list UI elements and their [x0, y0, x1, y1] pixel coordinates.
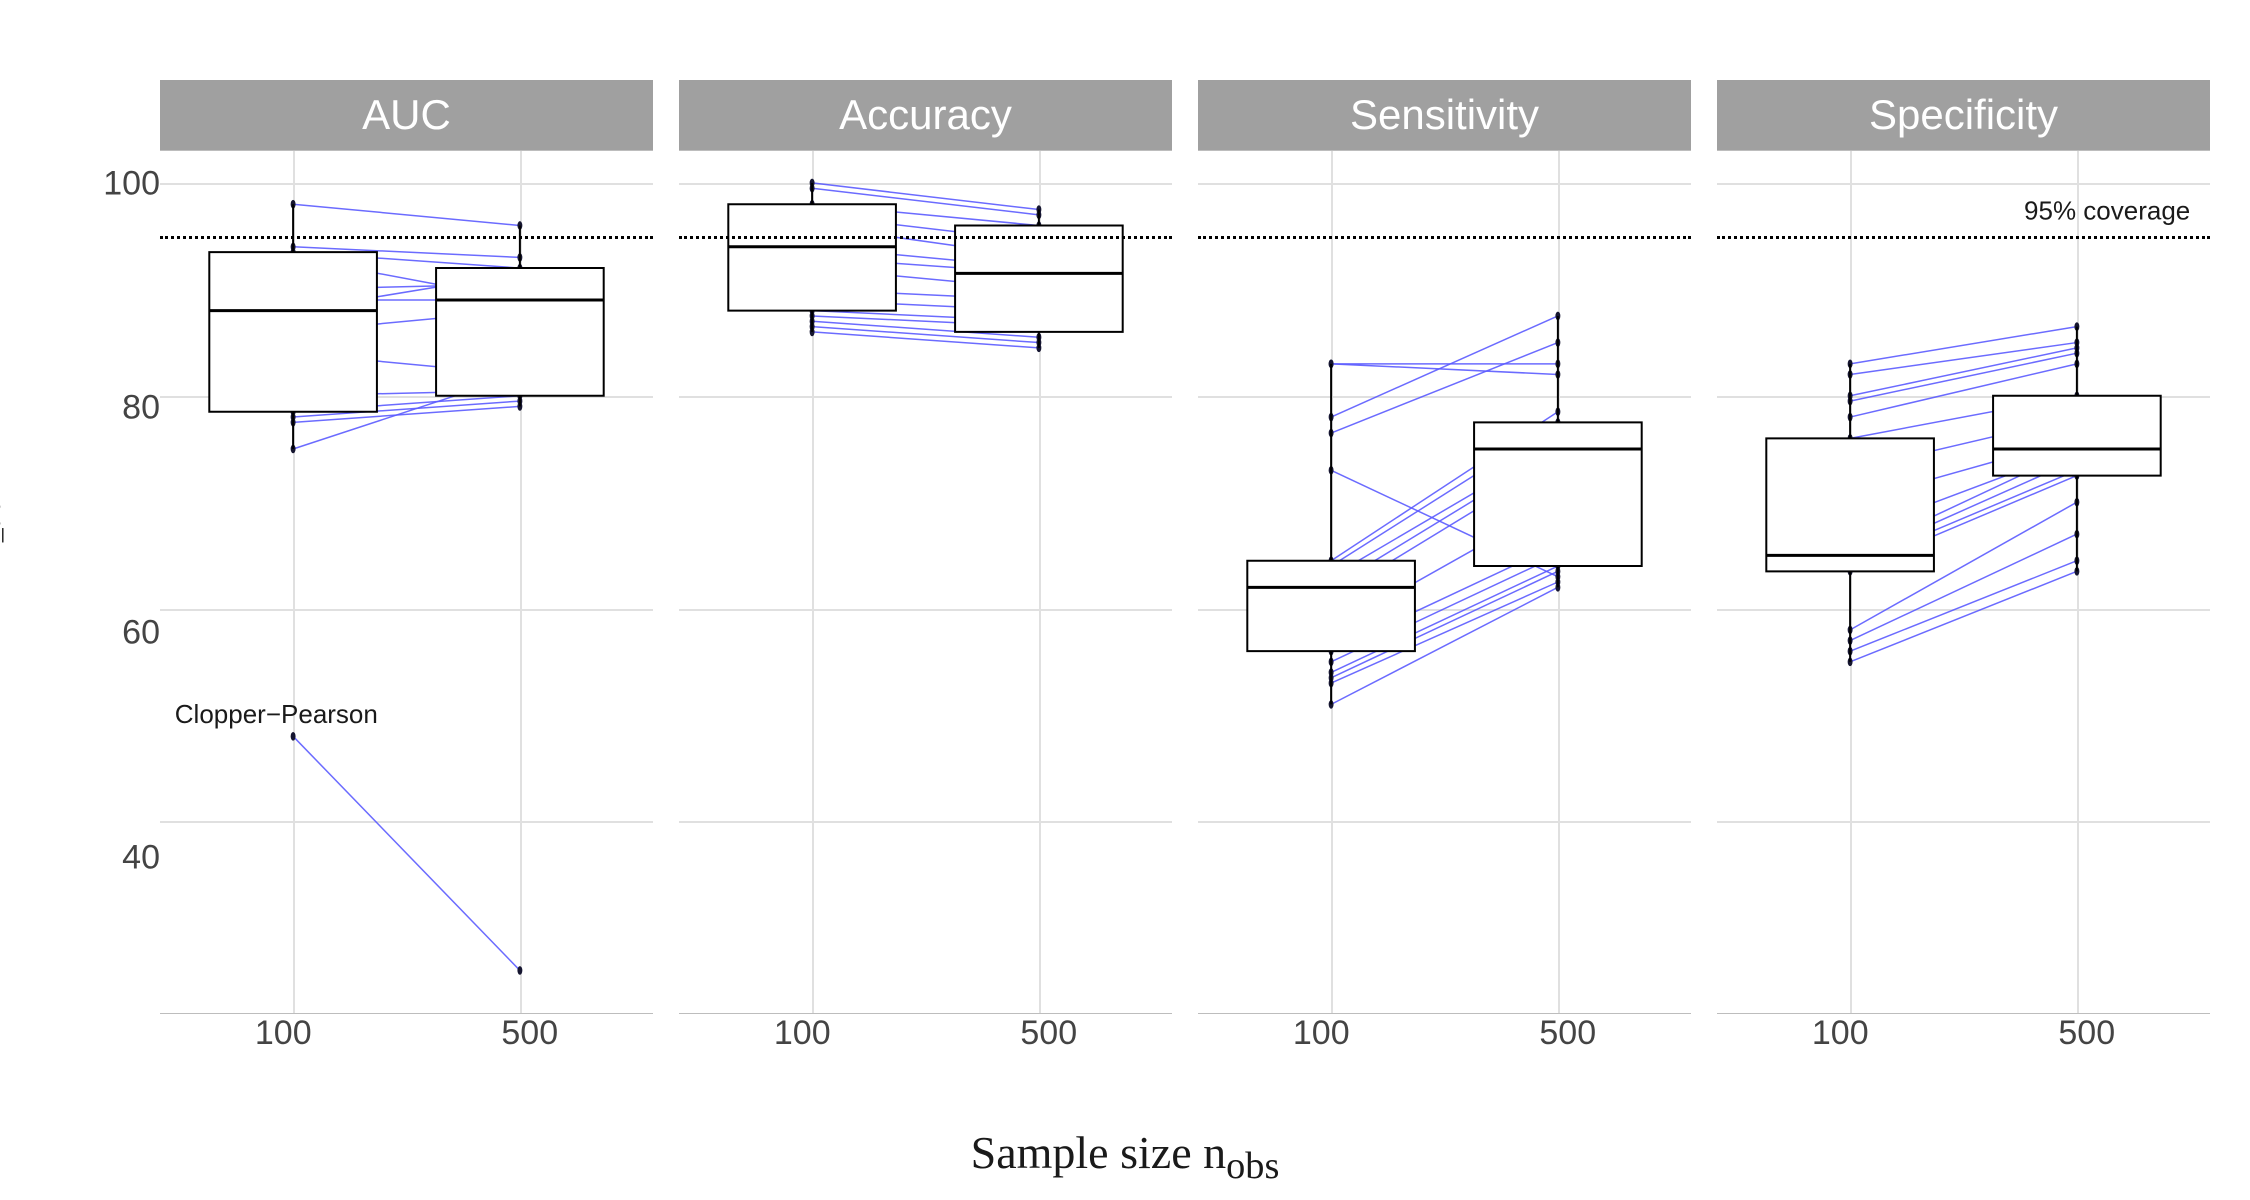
- plot-area: 95% coverage: [1717, 150, 2210, 1014]
- y-tick-label: 80: [122, 389, 160, 428]
- reference-line: [1198, 236, 1691, 239]
- y-axis-label: Coverage ψ̃n_train %: [0, 427, 8, 773]
- plot-svg: [1198, 151, 1691, 1013]
- facet-strip: Sensitivity: [1198, 80, 1691, 150]
- outlier-annotation: Clopper−Pearson: [175, 699, 378, 730]
- x-tick-label: 500: [1988, 1014, 2185, 1053]
- y-tick-label: 40: [122, 838, 160, 877]
- facet-strip: Accuracy: [679, 80, 1172, 150]
- y-axis: 40 60 80 100: [100, 150, 160, 1060]
- x-tick-row: 100 500: [1717, 1014, 2210, 1060]
- reference-line: [160, 236, 653, 239]
- facet-panel: Specificity 95% coverage 100 500: [1717, 80, 2210, 1060]
- y-tick-label: 100: [103, 164, 160, 203]
- reference-line: [679, 236, 1172, 239]
- x-tick-row: 100 500: [679, 1014, 1172, 1060]
- facet-panel: Accuracy 100 500: [679, 80, 1172, 1060]
- x-tick-label: 500: [950, 1014, 1147, 1053]
- facet-panel: AUC Clopper−Pearson 100 500: [160, 80, 653, 1060]
- facet-panel: Sensitivity 100 500: [1198, 80, 1691, 1060]
- y-tick-label: 60: [122, 614, 160, 653]
- plot-svg: [160, 151, 653, 1013]
- x-tick-label: 100: [185, 1014, 382, 1053]
- x-tick-label: 500: [1469, 1014, 1666, 1053]
- plot-area: [679, 150, 1172, 1014]
- x-tick-row: 100 500: [160, 1014, 653, 1060]
- reference-annotation: 95% coverage: [2024, 196, 2190, 227]
- x-tick-label: 100: [1742, 1014, 1939, 1053]
- figure: Coverage ψ̃n_train % 40 60 80 100 AUC Cloppe…: [0, 0, 2250, 1200]
- facet-strip: AUC: [160, 80, 653, 150]
- x-tick-label: 100: [704, 1014, 901, 1053]
- plot-svg: [1717, 151, 2210, 1013]
- x-tick-label: 100: [1223, 1014, 1420, 1053]
- x-axis-label: Sample size nobs: [0, 1126, 2250, 1188]
- facet-strip: Specificity: [1717, 80, 2210, 150]
- x-tick-label: 500: [431, 1014, 628, 1053]
- reference-line: [1717, 236, 2210, 239]
- facet-row: AUCClopper−Pearson100500Accuracy100500Se…: [160, 80, 2210, 1060]
- plot-area: [1198, 150, 1691, 1014]
- plot-svg: [679, 151, 1172, 1013]
- x-tick-row: 100 500: [1198, 1014, 1691, 1060]
- plot-area: Clopper−Pearson: [160, 150, 653, 1014]
